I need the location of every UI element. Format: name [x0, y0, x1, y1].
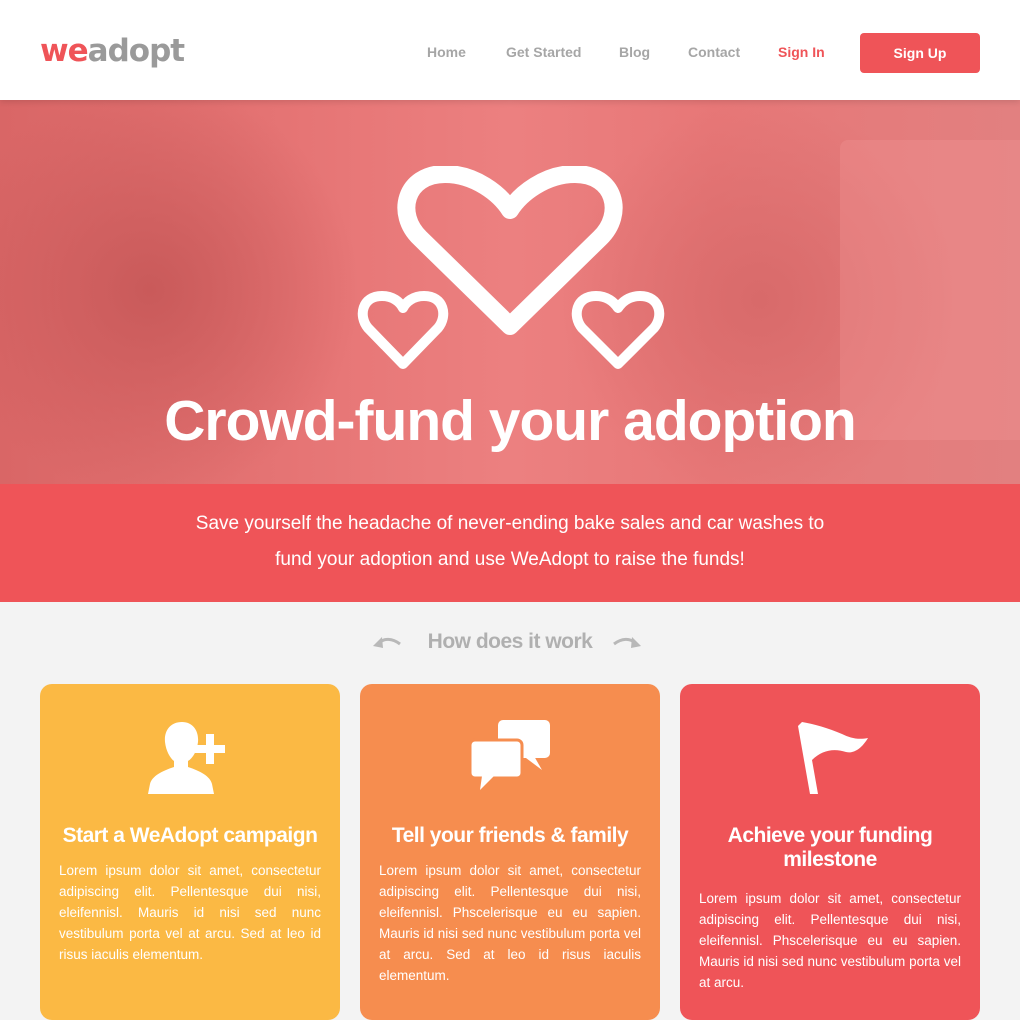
nav-contact[interactable]: Contact — [688, 44, 740, 60]
how-it-works-title: How does it work — [427, 630, 593, 653]
intro-text-line-1: Save yourself the headache of never-endi… — [195, 513, 825, 534]
card-description: Lorem ipsum dolor sit amet, consectetur … — [379, 863, 641, 983]
flag-icon — [798, 722, 868, 794]
step-card-start-campaign: Start a WeAdopt campaign Lorem ipsum dol… — [40, 684, 340, 1020]
add-user-icon — [148, 722, 225, 794]
sign-in-link[interactable]: Sign In — [778, 44, 825, 60]
sign-up-button[interactable]: Sign Up — [860, 33, 980, 73]
hero-title: Crowd-fund your adoption — [164, 389, 857, 453]
intro-text-line-2: fund your adoption and use WeAdopt to ra… — [275, 549, 745, 570]
logo-we: we — [40, 33, 89, 69]
step-card-funding-milestone: Achieve your funding milestone Lorem ips… — [680, 684, 980, 1020]
how-it-works-heading: How does it work — [0, 626, 1020, 662]
step-card-tell-friends: Tell your friends & family Lorem ipsum d… — [360, 684, 660, 1020]
chat-bubbles-icon — [468, 720, 550, 790]
card-description: Lorem ipsum dolor sit amet, consectetur … — [59, 863, 321, 962]
card-title: Start a WeAdopt campaign — [62, 824, 318, 847]
card-title: Achieve your funding milestone — [727, 824, 933, 871]
hero-banner: Crowd-fund your adoption — [0, 100, 1020, 484]
nav-get-started[interactable]: Get Started — [506, 44, 581, 60]
curved-arrow-right-icon — [613, 637, 641, 648]
logo[interactable]: weadopt — [40, 31, 185, 71]
card-title: Tell your friends & family — [391, 824, 629, 847]
site-header: weadopt Home Get Started Blog Contact Si… — [0, 0, 1020, 100]
hearts-icon — [357, 166, 665, 369]
card-description: Lorem ipsum dolor sit amet, consectetur … — [699, 891, 961, 990]
nav-home[interactable]: Home — [427, 44, 466, 60]
logo-adopt: adopt — [87, 33, 185, 69]
intro-band: Save yourself the headache of never-endi… — [0, 484, 1020, 602]
nav-blog[interactable]: Blog — [619, 44, 650, 60]
